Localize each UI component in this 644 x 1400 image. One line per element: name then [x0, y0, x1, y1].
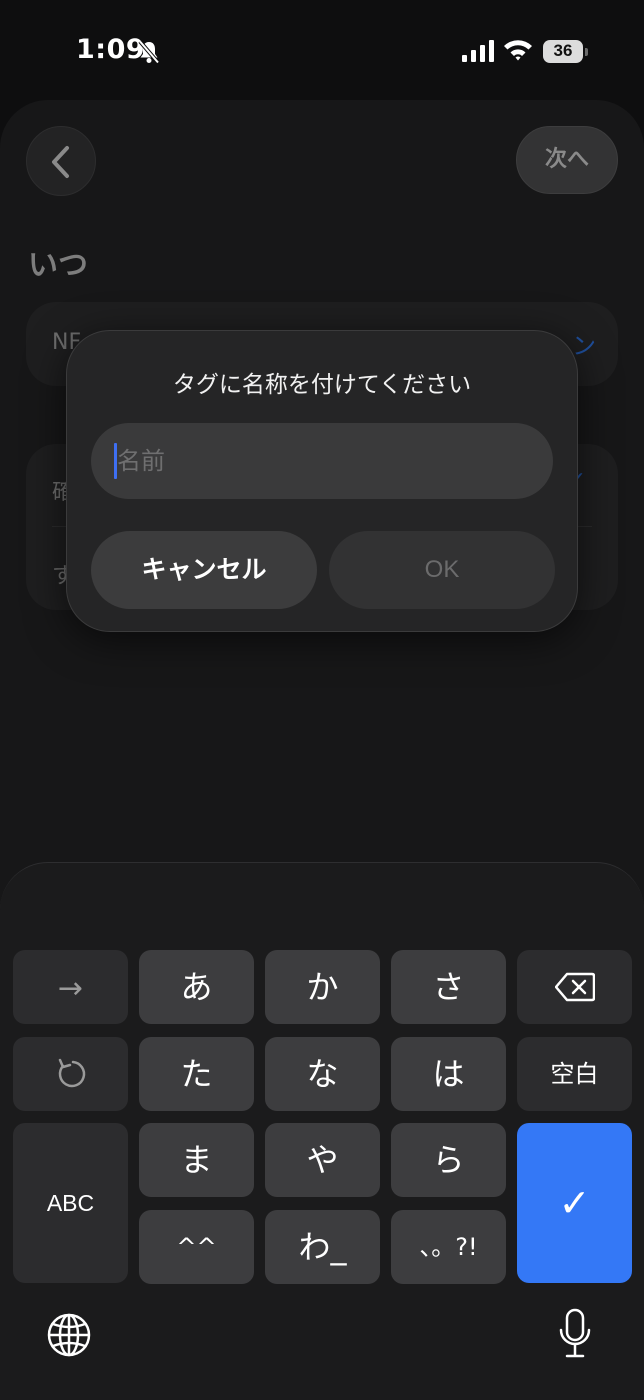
back-button[interactable]: [26, 126, 96, 196]
chevron-left-icon: [52, 146, 69, 178]
battery-level: 36: [553, 41, 573, 60]
next-button[interactable]: 次へ: [516, 126, 618, 194]
key-ra[interactable]: ら: [391, 1123, 506, 1197]
key-wa[interactable]: わ_: [265, 1210, 380, 1284]
status-bar: 1:09 36: [0, 0, 644, 100]
key-a[interactable]: あ: [139, 950, 254, 1024]
key-punctuation[interactable]: 、。?!: [391, 1210, 506, 1284]
status-time: 1:09: [76, 34, 146, 65]
checkmark-icon: ✓: [558, 1181, 591, 1225]
arrow-right-icon: →: [57, 971, 84, 1006]
delete-key[interactable]: [517, 950, 632, 1024]
cellular-signal-icon: [462, 40, 494, 62]
wifi-icon: [504, 40, 532, 61]
bell-slash-icon: [138, 40, 160, 64]
cancel-button[interactable]: キャンセル: [91, 531, 317, 609]
key-ha[interactable]: は: [391, 1037, 506, 1111]
ok-button[interactable]: OK: [329, 531, 555, 609]
text-caret: [114, 443, 117, 479]
enter-key[interactable]: ✓: [517, 1123, 632, 1283]
nfc-row-link[interactable]: ン: [572, 326, 596, 361]
key-sa[interactable]: さ: [391, 950, 506, 1024]
key-ya[interactable]: や: [265, 1123, 380, 1197]
dialog-title: タグに名称を付けてください: [172, 372, 472, 398]
globe-icon[interactable]: [46, 1312, 92, 1358]
delete-backspace-icon: [555, 972, 595, 1002]
abc-key[interactable]: ABC: [13, 1123, 128, 1283]
microphone-icon[interactable]: [558, 1308, 592, 1360]
undo-icon: [58, 1058, 86, 1088]
section-title: いつ: [28, 248, 88, 283]
key-ka[interactable]: か: [265, 950, 380, 1024]
key-ta[interactable]: た: [139, 1037, 254, 1111]
key-ma[interactable]: ま: [139, 1123, 254, 1197]
undo-key[interactable]: [13, 1037, 128, 1111]
battery-icon: 36: [543, 40, 589, 63]
space-key[interactable]: 空白: [517, 1037, 632, 1111]
tag-name-dialog: タグに名称を付けてください キャンセル OK: [66, 330, 578, 632]
arrow-right-key[interactable]: →: [13, 950, 128, 1024]
tag-name-input[interactable]: [91, 423, 553, 499]
key-emoticon[interactable]: ^^: [139, 1210, 254, 1284]
key-na[interactable]: な: [265, 1037, 380, 1111]
screen: 1:09 36 次へ いつ NF ン 確 す タグに名称を付けてください 名前 …: [0, 0, 644, 1400]
